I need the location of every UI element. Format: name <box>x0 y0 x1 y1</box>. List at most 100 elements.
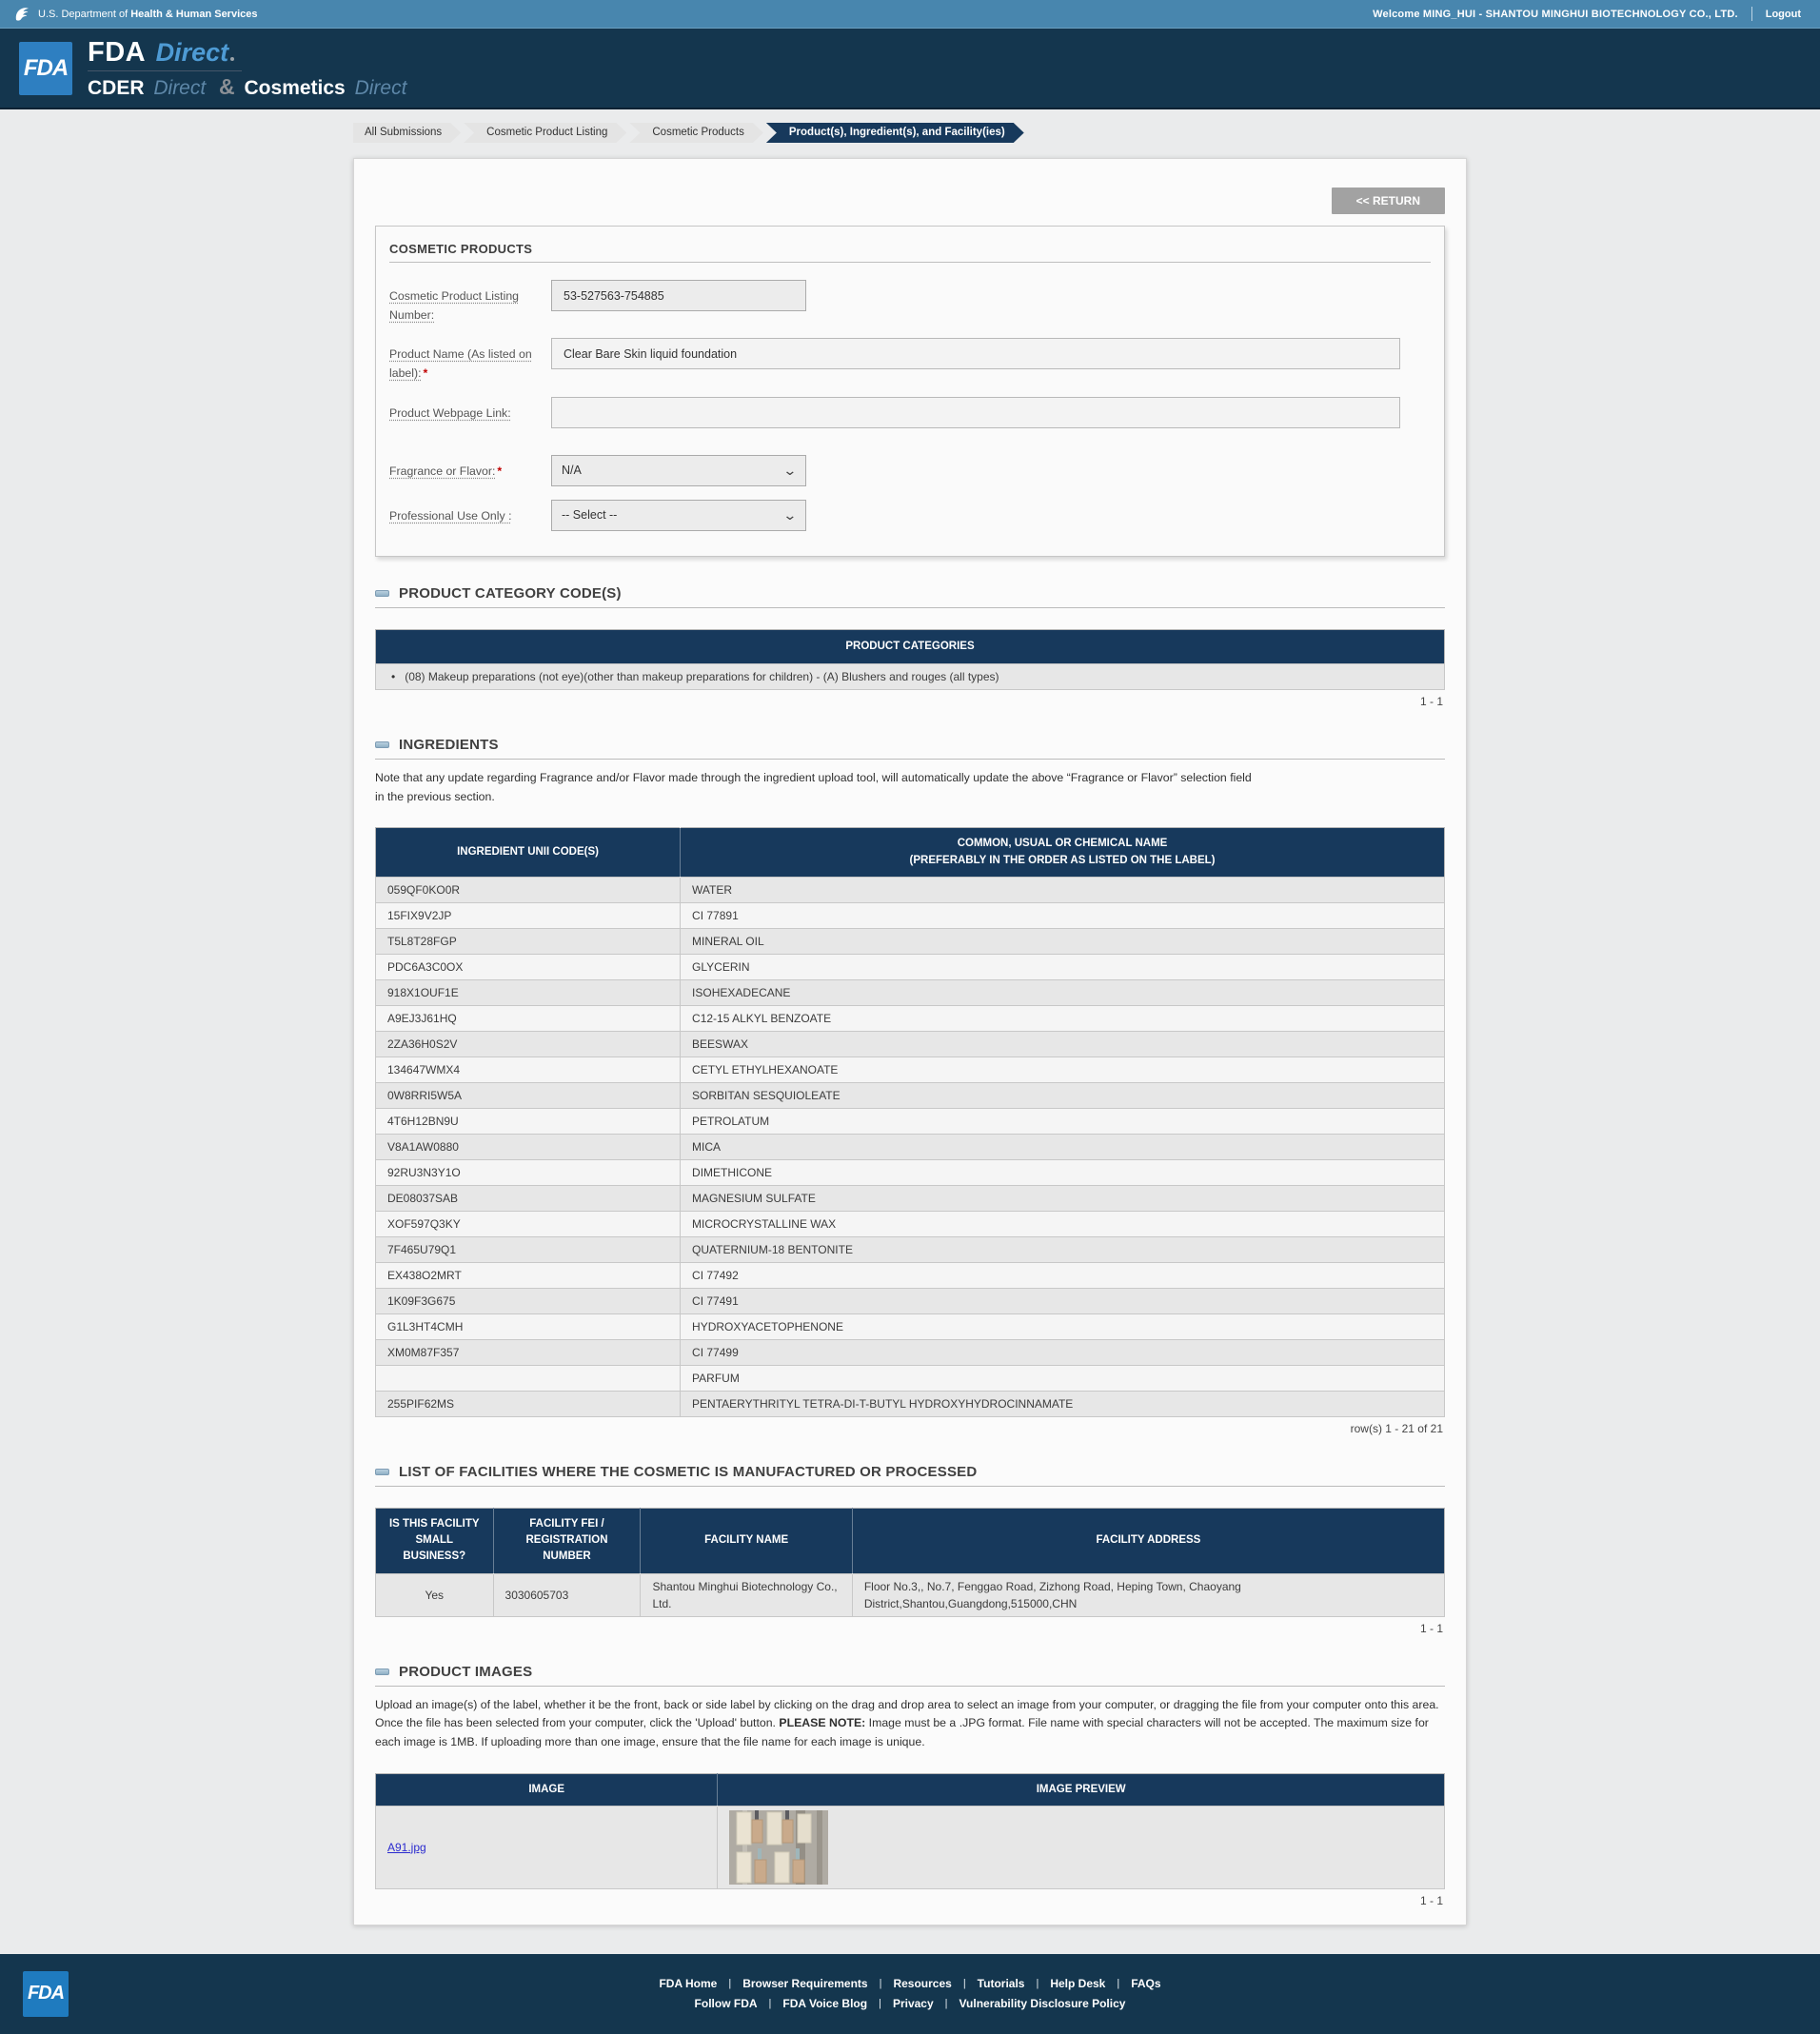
ingredient-row: T5L8T28FGP MINERAL OIL <box>374 927 1445 955</box>
ingredient-name: DIMETHICONE <box>680 1158 1445 1186</box>
footer-link[interactable]: Privacy <box>893 1997 934 2010</box>
ingredients-pagination: row(s) 1 - 21 of 21 <box>1350 1421 1443 1435</box>
collapse-icon[interactable] <box>375 1468 389 1475</box>
ingredients-table: INGREDIENT UNII CODE(S) COMMON, USUAL OR… <box>374 827 1445 1417</box>
return-button[interactable]: << RETURN <box>1331 188 1445 214</box>
footer-link[interactable]: Vulnerability Disclosure Policy <box>959 1997 1126 2010</box>
ingredient-row: G1L3HT4CMH HYDROXYACETOPHENONE <box>374 1313 1445 1340</box>
section-title-ingredients: INGREDIENTS <box>399 736 499 753</box>
department-title: U.S. Department of Health & Human Servic… <box>38 8 258 20</box>
table-row: (08) Makeup preparations (not eye)(other… <box>375 662 1445 690</box>
ingredient-unii-code: 134647WMX4 <box>374 1056 682 1083</box>
footer-link[interactable]: FDA Home <box>659 1977 717 1990</box>
collapse-icon[interactable] <box>375 741 389 748</box>
welcome-text: Welcome MING_HUI - SHANTOU MINGHUI BIOTE… <box>1373 8 1738 20</box>
ingredient-unii-code: 7F465U79Q1 <box>374 1235 682 1263</box>
divider <box>389 262 1431 263</box>
professional-selected-value: -- Select -- <box>562 508 618 523</box>
ingredient-row: 7F465U79Q1 QUATERNIUM-18 BENTONITE <box>374 1235 1445 1263</box>
ingredient-unii-code: XOF597Q3KY <box>374 1210 682 1237</box>
column-header-fei-number: FACILITY FEI / REGISTRATION NUMBER <box>493 1508 642 1574</box>
ingredient-unii-code: 4T6H12BN9U <box>374 1107 682 1135</box>
product-categories-table: PRODUCT CATEGORIES (08) Makeup preparati… <box>375 628 1445 690</box>
brand-fda: FDA <box>88 36 147 68</box>
ingredients-note: Note that any update regarding Fragrance… <box>375 770 1252 803</box>
ingredient-name: CI 77891 <box>680 901 1445 929</box>
breadcrumb-cosmetic-product-listing[interactable]: Cosmetic Product Listing <box>464 123 626 143</box>
webpage-link-input[interactable] <box>551 396 1400 428</box>
image-file-link[interactable]: A91.jpg <box>387 1841 426 1854</box>
ingredient-name: MINERAL OIL <box>680 927 1445 955</box>
column-header-chemical-name: COMMON, USUAL OR CHEMICAL NAME (PREFERAB… <box>680 827 1445 878</box>
column-header-image: IMAGE <box>375 1773 719 1807</box>
top-utility-bar: U.S. Department of Health & Human Servic… <box>0 0 1820 29</box>
ingredient-unii-code: 2ZA36H0S2V <box>374 1030 682 1057</box>
footer-link[interactable]: Help Desk <box>1050 1977 1105 1990</box>
logout-button[interactable]: Logout <box>1766 9 1801 20</box>
ingredient-row: XOF597Q3KY MICROCRYSTALLINE WAX <box>374 1210 1445 1237</box>
ingredient-row: PARFUM <box>374 1364 1445 1392</box>
ingredient-unii-code: 255PIF62MS <box>374 1390 682 1417</box>
images-pagination: 1 - 1 <box>1419 1893 1443 1907</box>
ingredient-row: EX438O2MRT CI 77492 <box>374 1261 1445 1289</box>
ingredient-name: QUATERNIUM-18 BENTONITE <box>680 1235 1445 1263</box>
brand-direct: Direct <box>155 37 229 67</box>
section-title-product-images: PRODUCT IMAGES <box>399 1663 533 1680</box>
facility-name: Shantou Minghui Biotechnology Co., Ltd. <box>640 1572 853 1617</box>
collapse-icon[interactable] <box>375 1668 389 1675</box>
ingredient-name: MAGNESIUM SULFATE <box>680 1184 1445 1212</box>
facilities-pagination: 1 - 1 <box>1419 1621 1443 1635</box>
footer-link[interactable]: Browser Requirements <box>742 1977 867 1990</box>
facility-small-business: Yes <box>375 1572 494 1617</box>
brand-cder-direct: Direct <box>153 76 207 99</box>
fda-logo[interactable]: FDA <box>19 41 72 95</box>
column-header-facility-name: FACILITY NAME <box>640 1508 853 1574</box>
footer-link[interactable]: FAQs <box>1131 1977 1160 1990</box>
breadcrumb-current-page: Product(s), Ingredient(s), and Facility(… <box>766 123 1024 143</box>
category-cell: (08) Makeup preparations (not eye)(other… <box>375 662 1445 690</box>
fda-footer-logo[interactable]: FDA <box>23 1970 69 2017</box>
ingredient-name: WATER <box>680 876 1445 903</box>
ingredient-name: PENTAERYTHRITYL TETRA-DI-T-BUTYL HYDROXY… <box>680 1390 1445 1417</box>
ingredient-name: CI 77499 <box>680 1338 1445 1366</box>
fda-logo-text: FDA <box>23 54 69 81</box>
ingredient-name: CETYL ETHYLHEXANOATE <box>680 1056 1445 1083</box>
ingredient-row: 059QF0KO0R WATER <box>374 876 1445 903</box>
ingredient-name: PETROLATUM <box>680 1107 1445 1135</box>
ingredient-name: SORBITAN SESQUIOLEATE <box>680 1081 1445 1109</box>
ingredient-row: 15FIX9V2JP CI 77891 <box>374 901 1445 929</box>
fragrance-flavor-select[interactable]: N/A ⌄ <box>551 454 806 486</box>
divider <box>375 606 1445 608</box>
brand-cder: CDER <box>88 76 145 99</box>
breadcrumb-all-submissions[interactable]: All Submissions <box>353 123 461 143</box>
chevron-down-icon: ⌄ <box>782 463 798 479</box>
image-row: A91.jpg <box>374 1805 1445 1889</box>
ingredient-name: PARFUM <box>680 1364 1445 1392</box>
listing-number-input[interactable] <box>551 280 806 311</box>
ingredient-unii-code: 059QF0KO0R <box>374 876 682 903</box>
ingredient-unii-code: A9EJ3J61HQ <box>374 1004 682 1032</box>
divider <box>375 1685 1445 1687</box>
footer-link[interactable]: Tutorials <box>978 1977 1025 1990</box>
footer-link[interactable]: FDA Voice Blog <box>782 1997 867 2010</box>
professional-use-select[interactable]: -- Select -- ⌄ <box>551 499 806 531</box>
footer-links-row1: FDA Home Browser Requirements Resources … <box>659 1977 1160 1990</box>
ingredient-row: 255PIF62MS PENTAERYTHRITYL TETRA-DI-T-BU… <box>374 1390 1445 1417</box>
product-images-note: Upload an image(s) of the label, whether… <box>375 1697 1439 1748</box>
brand-ampersand: & <box>219 73 235 99</box>
product-name-input[interactable] <box>551 338 1400 370</box>
hhs-logo-icon <box>13 6 30 23</box>
column-header-image-preview: IMAGE PREVIEW <box>717 1773 1445 1807</box>
breadcrumb-cosmetic-products[interactable]: Cosmetic Products <box>629 123 763 143</box>
product-image-thumbnail[interactable] <box>729 1809 829 1885</box>
ingredient-row: 92RU3N3Y1O DIMETHICONE <box>374 1158 1445 1186</box>
ingredient-row: V8A1AW0880 MICA <box>374 1133 1445 1160</box>
divider <box>1751 7 1752 21</box>
ingredient-row: PDC6A3C0OX GLYCERIN <box>374 953 1445 980</box>
collapse-icon[interactable] <box>375 589 389 597</box>
footer-link[interactable]: Resources <box>893 1977 951 1990</box>
ingredient-row: XM0M87F357 CI 77499 <box>374 1338 1445 1366</box>
ingredient-unii-code: DE08037SAB <box>374 1184 682 1212</box>
ingredient-name: GLYCERIN <box>680 953 1445 980</box>
footer-link[interactable]: Follow FDA <box>695 1997 758 2010</box>
